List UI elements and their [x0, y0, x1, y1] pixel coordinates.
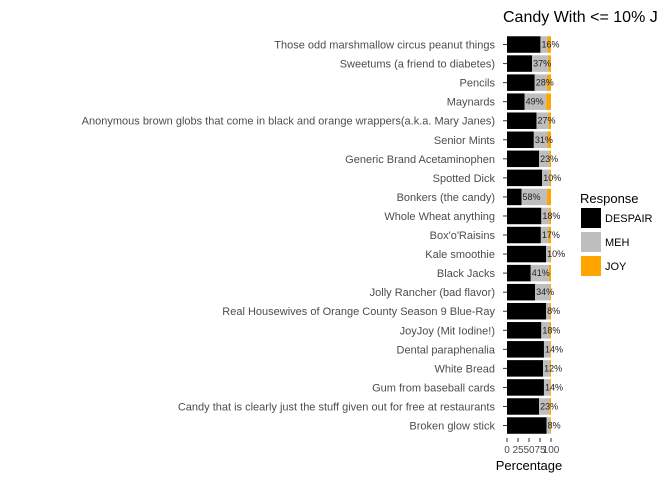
category-label: Generic Brand Acetaminophen — [345, 154, 495, 166]
bars-group: 16%37%28%49%27%31%23%10%58%18%17%10%41%3… — [507, 36, 565, 434]
bar-despair-3 — [507, 93, 525, 110]
data-label: 18% — [542, 325, 560, 335]
chart-canvas: Candy With <= 10% J 16% 37% 28% 49% 27% 31% 23… — [82, 9, 658, 473]
x-tick-label: 25 — [512, 445, 524, 456]
data-label: 31% — [535, 135, 553, 145]
legend-label-meh: MEH — [605, 237, 630, 249]
bar-joy-3 — [546, 93, 551, 110]
category-label: Those odd marshmallow circus peanut thin… — [274, 40, 495, 52]
bar-despair-1 — [507, 55, 533, 72]
data-label: 14% — [545, 344, 563, 354]
bar-despair-16 — [507, 341, 544, 358]
legend-swatch-joy — [581, 256, 601, 276]
category-label: Box'o'Raisins — [430, 230, 496, 242]
category-label: Spotted Dick — [433, 173, 496, 185]
data-label: 10% — [547, 249, 565, 259]
bar-despair-15 — [507, 322, 542, 339]
category-labels: Those odd marshmallow circus peanut thin… — [82, 40, 507, 433]
bar-despair-13 — [507, 283, 536, 301]
category-label: Maynards — [447, 97, 496, 109]
category-label: Anonymous brown globs that come in black… — [82, 116, 495, 128]
bar-despair-10 — [507, 226, 541, 244]
category-label: Black Jacks — [437, 268, 496, 280]
bar-despair-18 — [507, 379, 544, 396]
x-tick-label: 100 — [543, 445, 560, 456]
data-label: 17% — [542, 230, 560, 240]
legend-title: Response — [580, 191, 639, 206]
legend-swatch-meh — [581, 232, 601, 252]
category-label: Whole Wheat anything — [384, 211, 495, 223]
bar-despair-7 — [507, 169, 543, 187]
data-label: 8% — [548, 421, 561, 431]
x-axis-title: Percentage — [496, 458, 563, 473]
data-label: 58% — [523, 192, 541, 202]
data-label: 18% — [542, 211, 560, 221]
data-label: 12% — [544, 363, 562, 373]
bar-despair-4 — [507, 112, 537, 129]
data-label: 34% — [536, 287, 554, 297]
bar-despair-2 — [507, 74, 535, 91]
x-tick-label: 50 — [523, 445, 535, 456]
bar-despair-17 — [507, 360, 544, 377]
data-label: 28% — [536, 78, 554, 88]
category-label: Sweetums (a friend to diabetes) — [340, 59, 495, 71]
bar-despair-8 — [507, 188, 522, 206]
data-label: 27% — [537, 116, 555, 126]
data-label: 23% — [540, 401, 558, 411]
bar-despair-11 — [507, 245, 547, 263]
data-label: 8% — [547, 306, 560, 316]
category-label: Kale smoothie — [425, 249, 495, 261]
bar-despair-14 — [507, 302, 547, 320]
category-label: Jolly Rancher (bad flavor) — [370, 287, 495, 299]
bar-despair-20 — [507, 417, 547, 434]
data-label: 49% — [526, 97, 544, 107]
legend-label-joy: JOY — [605, 261, 627, 273]
category-label: White Bread — [434, 363, 495, 375]
data-label: 41% — [532, 268, 550, 278]
legend: Response DESPAIR MEH JOY — [580, 191, 653, 276]
data-label: 14% — [545, 382, 563, 392]
data-label: 10% — [543, 173, 561, 183]
bar-despair-12 — [507, 264, 531, 282]
category-label: Bonkers (the candy) — [397, 192, 495, 204]
category-label: Broken glow stick — [409, 421, 495, 433]
bar-despair-5 — [507, 131, 534, 149]
category-label: Pencils — [460, 78, 496, 90]
chart-title: Candy With <= 10% J — [503, 9, 658, 26]
category-label: Dental paraphenalia — [397, 344, 496, 356]
x-axis: 0 25 50 75100 — [504, 438, 560, 456]
bar-despair-0 — [507, 36, 541, 53]
category-label: Senior Mints — [434, 135, 496, 147]
bar-despair-9 — [507, 207, 542, 225]
bar-joy-8 — [547, 188, 551, 206]
data-label: 37% — [533, 59, 551, 69]
legend-swatch-despair — [581, 208, 601, 228]
x-tick-label: 0 — [504, 445, 510, 456]
data-label: 23% — [540, 154, 558, 164]
data-label: 16% — [541, 40, 559, 50]
legend-label-despair: DESPAIR — [605, 213, 653, 225]
bar-despair-6 — [507, 150, 540, 168]
category-label: JoyJoy (Mit Iodine!) — [400, 325, 495, 337]
category-label: Real Housewives of Orange County Season … — [222, 306, 495, 318]
bar-despair-19 — [507, 398, 540, 415]
category-label: Candy that is clearly just the stuff giv… — [178, 401, 496, 413]
category-label: Gum from baseball cards — [372, 382, 495, 394]
